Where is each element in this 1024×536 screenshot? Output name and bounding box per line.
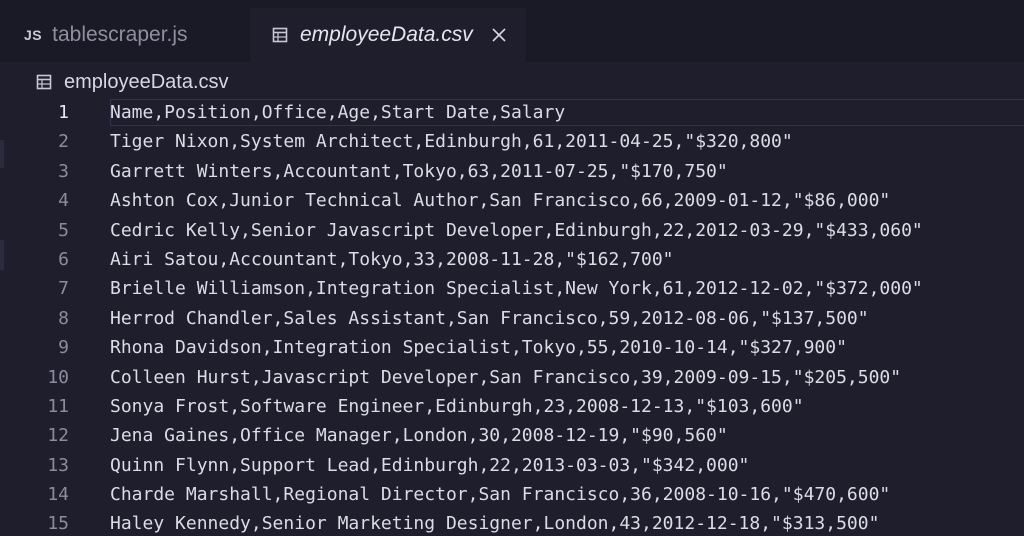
code-line[interactable]: 1 Name,Position,Office,Age,Start Date,Sal… — [0, 98, 1024, 127]
javascript-file-icon: JS — [24, 27, 43, 43]
code-line[interactable]: 11 Sonya Frost,Software Engineer,Edinburg… — [0, 392, 1024, 421]
line-text[interactable]: Garrett Winters,Accountant,Tokyo,63,2011… — [110, 157, 728, 186]
line-text[interactable]: Tiger Nixon,System Architect,Edinburgh,6… — [110, 127, 793, 156]
line-text[interactable]: Quinn Flynn,Support Lead,Edinburgh,22,20… — [110, 451, 749, 480]
line-number: 7 — [58, 278, 69, 300]
line-number: 9 — [58, 337, 69, 359]
line-text[interactable]: Jena Gaines,Office Manager,London,30,200… — [110, 421, 728, 450]
line-number: 4 — [58, 190, 69, 212]
code-line[interactable]: 6 Airi Satou,Accountant,Tokyo,33,2008-11-… — [0, 245, 1024, 274]
line-text[interactable]: Herrod Chandler,Sales Assistant,San Fran… — [110, 304, 869, 333]
code-line[interactable]: 2 Tiger Nixon,System Architect,Edinburgh,… — [0, 127, 1024, 156]
code-line[interactable]: 3 Garrett Winters,Accountant,Tokyo,63,201… — [0, 157, 1024, 186]
code-line[interactable]: 5 Cedric Kelly,Senior Javascript Develope… — [0, 216, 1024, 245]
code-line[interactable]: 14 Charde Marshall,Regional Director,San … — [0, 480, 1024, 509]
line-text[interactable]: Brielle Williamson,Integration Specialis… — [110, 274, 923, 303]
line-number: 3 — [58, 160, 69, 182]
code-line[interactable]: 13 Quinn Flynn,Support Lead,Edinburgh,22,… — [0, 451, 1024, 480]
line-text[interactable]: Name,Position,Office,Age,Start Date,Sala… — [110, 98, 565, 127]
breadcrumb-file-label: employeeData.csv — [64, 70, 229, 93]
line-text[interactable]: Rhona Davidson,Integration Specialist,To… — [110, 333, 847, 362]
line-text[interactable]: Haley Kennedy,Senior Marketing Designer,… — [110, 509, 879, 536]
code-line[interactable]: 4 Ashton Cox,Junior Technical Author,San … — [0, 186, 1024, 215]
line-text[interactable]: Airi Satou,Accountant,Tokyo,33,2008-11-2… — [110, 245, 674, 274]
code-lines[interactable]: 1 Name,Position,Office,Age,Start Date,Sal… — [0, 98, 1024, 536]
line-number: 13 — [47, 454, 69, 476]
line-number: 11 — [47, 395, 69, 417]
line-text[interactable]: Sonya Frost,Software Engineer,Edinburgh,… — [110, 392, 804, 421]
line-number: 2 — [58, 131, 69, 153]
code-line[interactable]: 9 Rhona Davidson,Integration Specialist,T… — [0, 333, 1024, 362]
tab-tablescraper-js[interactable]: JS tablescraper.js — [0, 8, 232, 62]
tab-employee-data-csv[interactable]: employeeData.csv — [250, 8, 526, 62]
breadcrumb[interactable]: employeeData.csv — [36, 66, 229, 98]
code-editor: JS tablescraper.js employeeData.csv empl… — [0, 0, 1024, 536]
line-number: 6 — [58, 248, 69, 270]
tab-label: employeeData.csv — [300, 23, 473, 46]
code-line[interactable]: 8 Herrod Chandler,Sales Assistant,San Fra… — [0, 304, 1024, 333]
line-text[interactable]: Cedric Kelly,Senior Javascript Developer… — [110, 216, 923, 245]
tab-bar: JS tablescraper.js employeeData.csv — [0, 0, 1024, 62]
line-number: 10 — [47, 366, 69, 388]
code-line[interactable]: 12 Jena Gaines,Office Manager,London,30,2… — [0, 421, 1024, 450]
line-number: 1 — [58, 102, 69, 123]
line-text[interactable]: Colleen Hurst,Javascript Developer,San F… — [110, 363, 901, 392]
line-number: 14 — [47, 484, 69, 506]
csv-file-icon — [36, 74, 52, 90]
csv-file-icon — [272, 27, 288, 43]
code-line[interactable]: 15 Haley Kennedy,Senior Marketing Designe… — [0, 509, 1024, 536]
line-number: 15 — [47, 513, 69, 535]
tab-label: tablescraper.js — [52, 23, 188, 46]
line-text[interactable]: Charde Marshall,Regional Director,San Fr… — [110, 480, 890, 509]
line-number: 5 — [58, 219, 69, 241]
line-number: 8 — [58, 307, 69, 329]
line-number: 12 — [47, 425, 69, 447]
close-icon[interactable] — [491, 27, 507, 43]
code-line[interactable]: 7 Brielle Williamson,Integration Speciali… — [0, 274, 1024, 303]
line-text[interactable]: Ashton Cox,Junior Technical Author,San F… — [110, 186, 890, 215]
code-line[interactable]: 10 Colleen Hurst,Javascript Developer,San… — [0, 363, 1024, 392]
